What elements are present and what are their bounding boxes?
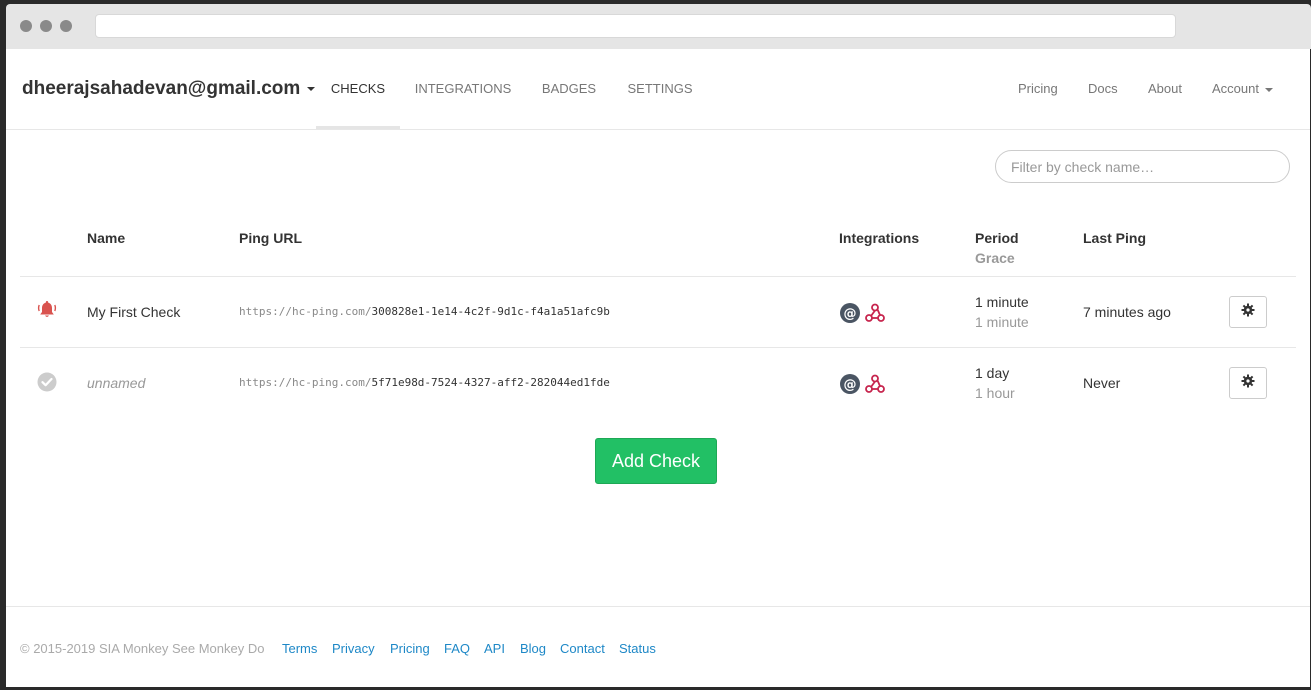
window-maximize-dot[interactable] — [60, 20, 72, 32]
ping-url[interactable]: https://hc-ping.com/300828e1-1e14-4c2f-9… — [239, 305, 610, 318]
bell-icon — [37, 300, 57, 325]
ping-url-base: https://hc-ping.com/ — [239, 376, 372, 389]
browser-window: dheerajsahadevan@gmail.com CHECKS INTEGR… — [0, 0, 1311, 690]
divider — [20, 276, 1296, 277]
ping-url-code: 300828e1-1e14-4c2f-9d1c-f4a1a51afc9b — [371, 305, 610, 318]
footer-link-pricing[interactable]: Pricing — [390, 641, 430, 656]
check-name[interactable]: My First Check — [87, 304, 180, 320]
footer-link-faq[interactable]: FAQ — [444, 641, 470, 656]
navbar: dheerajsahadevan@gmail.com CHECKS INTEGR… — [6, 49, 1310, 130]
ping-url-code: 5f71e98d-7524-4327-aff2-282044ed1fde — [371, 376, 610, 389]
last-ping-value: 7 minutes ago — [1083, 304, 1171, 320]
header-integrations: Integrations — [839, 230, 920, 246]
divider — [20, 347, 1296, 348]
footer-link-privacy[interactable]: Privacy — [332, 641, 375, 656]
address-bar[interactable] — [95, 14, 1176, 38]
footer: © 2015-2019 SIA Monkey See Monkey Do Ter… — [6, 606, 1310, 687]
tab-badges[interactable]: BADGES — [532, 49, 606, 129]
grace-value: 1 hour — [975, 385, 1015, 401]
header-ping-url: Ping URL — [239, 230, 302, 246]
footer-link-terms[interactable]: Terms — [282, 641, 317, 656]
check-settings-button[interactable] — [1229, 296, 1267, 328]
nav-about[interactable]: About — [1148, 49, 1182, 129]
check-settings-button[interactable] — [1229, 367, 1267, 399]
copyright: © 2015-2019 SIA Monkey See Monkey Do — [20, 641, 265, 656]
tab-checks[interactable]: CHECKS — [316, 49, 400, 129]
gear-icon — [1241, 303, 1255, 322]
caret-down-icon — [307, 86, 316, 91]
nav-account-label: Account — [1212, 81, 1259, 96]
webhook-icon — [864, 302, 886, 324]
tab-settings[interactable]: SETTINGS — [618, 49, 702, 129]
account-dropdown[interactable]: dheerajsahadevan@gmail.com — [22, 78, 316, 100]
check-name[interactable]: unnamed — [87, 375, 145, 391]
header-grace: Grace — [975, 250, 1015, 266]
period-value: 1 day — [975, 365, 1010, 381]
email-at-icon: @ — [839, 373, 861, 395]
gear-icon — [1241, 374, 1255, 393]
tab-integrations[interactable]: INTEGRATIONS — [406, 49, 520, 129]
svg-text:@: @ — [844, 307, 857, 322]
footer-link-api[interactable]: API — [484, 641, 505, 656]
ping-url-base: https://hc-ping.com/ — [239, 305, 372, 318]
nav-pricing[interactable]: Pricing — [1018, 49, 1058, 129]
window-close-dot[interactable] — [20, 20, 32, 32]
header-period: Period — [975, 230, 1019, 246]
page: dheerajsahadevan@gmail.com CHECKS INTEGR… — [6, 49, 1310, 687]
footer-link-contact[interactable]: Contact — [560, 641, 605, 656]
ping-url[interactable]: https://hc-ping.com/5f71e98d-7524-4327-a… — [239, 376, 610, 389]
add-check-button[interactable]: Add Check — [595, 438, 717, 484]
footer-link-blog[interactable]: Blog — [520, 641, 546, 656]
caret-down-icon — [1264, 87, 1273, 92]
webhook-icon — [864, 373, 886, 395]
check-circle-icon — [37, 372, 57, 397]
nav-account-dropdown[interactable]: Account — [1212, 49, 1273, 129]
svg-text:@: @ — [844, 378, 857, 393]
window-minimize-dot[interactable] — [40, 20, 52, 32]
filter-input[interactable] — [995, 150, 1290, 183]
footer-link-status[interactable]: Status — [619, 641, 656, 656]
browser-chrome — [6, 4, 1311, 49]
last-ping-value: Never — [1083, 375, 1121, 391]
period-value: 1 minute — [975, 294, 1029, 310]
header-last-ping: Last Ping — [1083, 230, 1147, 246]
account-email: dheerajsahadevan@gmail.com — [22, 78, 301, 99]
header-name: Name — [87, 230, 126, 246]
nav-docs[interactable]: Docs — [1088, 49, 1118, 129]
grace-value: 1 minute — [975, 314, 1029, 330]
email-at-icon: @ — [839, 302, 861, 324]
